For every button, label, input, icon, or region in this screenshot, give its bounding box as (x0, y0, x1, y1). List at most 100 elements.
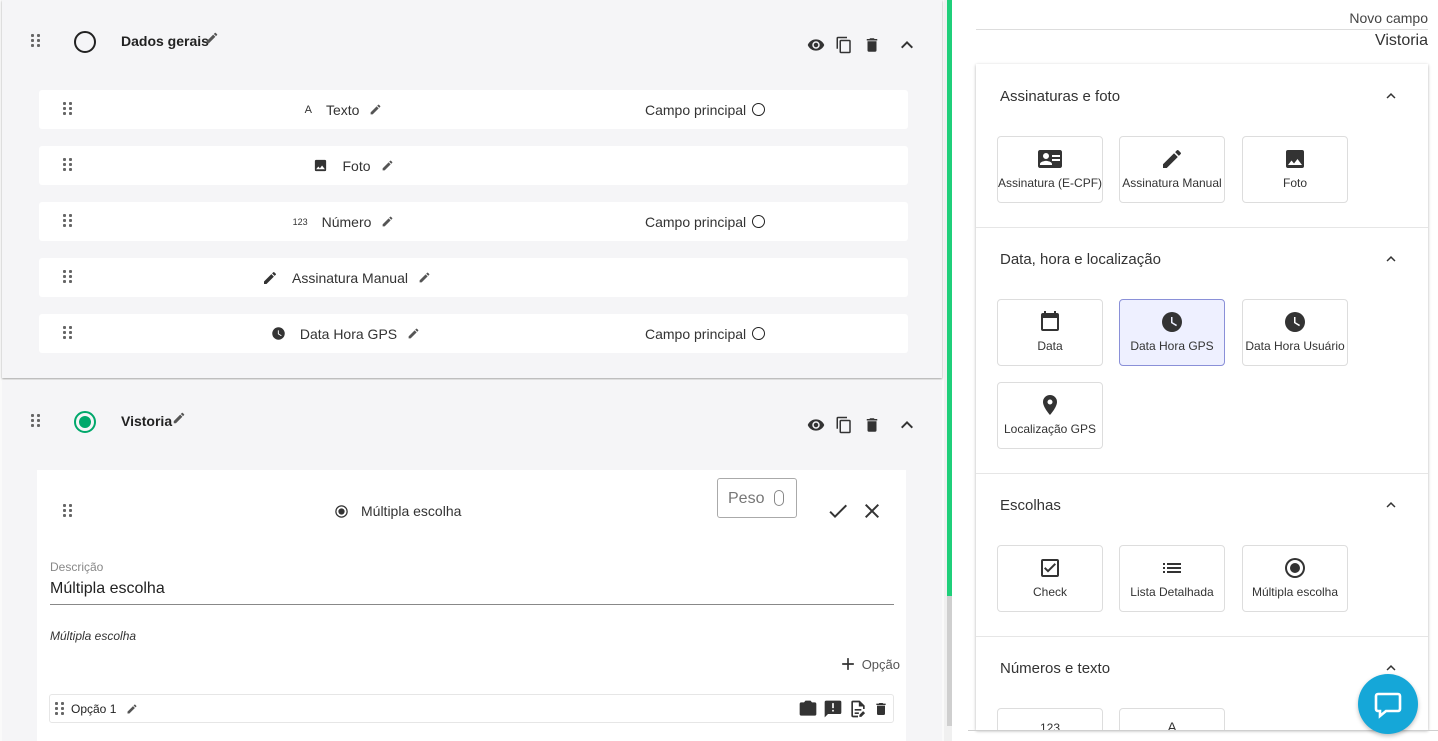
tile-data-hora-gps[interactable]: Data Hora GPS (1119, 299, 1225, 366)
tile-label: Foto (1282, 176, 1307, 190)
drag-handle-icon[interactable] (31, 414, 45, 430)
chevron-up-icon[interactable] (1382, 496, 1400, 514)
tile-data-hora-usuario[interactable]: Data Hora Usuário (1242, 299, 1348, 366)
edit-pencil-icon[interactable] (126, 703, 138, 715)
chevron-up-icon[interactable] (1382, 87, 1400, 105)
plus-icon (838, 654, 858, 674)
drag-handle-icon[interactable] (63, 504, 77, 520)
section-title: Dados gerais (121, 33, 209, 49)
group-header-escolhas[interactable]: Escolhas (976, 473, 1428, 537)
section-title-text: Dados gerais (121, 33, 209, 49)
group-header-assinaturas[interactable]: Assinaturas e foto (976, 64, 1428, 128)
tile-foto[interactable]: Foto (1242, 136, 1348, 203)
group-header-data-hora[interactable]: Data, hora e localização (976, 227, 1428, 291)
tile-label: Localização GPS (1003, 422, 1097, 436)
section-header: Dados gerais (2, 0, 942, 84)
peso-input[interactable]: Peso (717, 478, 797, 518)
main-field-radio[interactable] (752, 327, 766, 340)
section-actions (807, 413, 919, 437)
divider (968, 730, 1438, 731)
tile-numero[interactable]: 123 (997, 708, 1103, 730)
chevron-up-icon[interactable] (895, 33, 919, 57)
field-label: Número (321, 213, 372, 230)
group-title: Escolhas (1000, 497, 1061, 514)
tile-check[interactable]: Check (997, 545, 1103, 612)
main-field-toggle[interactable]: Campo principal (645, 314, 766, 353)
chat-bubble-icon (1374, 692, 1402, 719)
tile-data[interactable]: Data (997, 299, 1103, 366)
field-row-foto[interactable]: Foto (39, 146, 908, 185)
edit-pencil-icon[interactable] (407, 327, 420, 340)
section-dados-gerais: Dados gerais A Texto Campo principal Fot… (2, 0, 942, 378)
field-editor-header: Múltipla escolha Peso (37, 470, 906, 552)
tile-assinatura-ecpf[interactable]: Assinatura (E-CPF) (997, 136, 1103, 203)
peso-placeholder: Peso (728, 490, 765, 507)
chevron-up-icon[interactable] (1382, 250, 1400, 268)
main-field-radio[interactable] (752, 215, 766, 228)
edit-title-pencil-icon[interactable] (205, 31, 219, 45)
divider (976, 29, 1428, 30)
copy-icon[interactable] (835, 416, 853, 434)
edit-pencil-icon[interactable] (381, 159, 394, 172)
tile-label: Data (1037, 339, 1063, 353)
scroll-progress-green (947, 0, 952, 596)
chevron-up-icon[interactable] (895, 413, 919, 437)
field-palette: Assinaturas e foto Assinatura (E-CPF) As… (976, 64, 1428, 730)
alert-comment-icon[interactable] (823, 699, 843, 719)
edit-pencil-icon[interactable] (369, 103, 382, 116)
tile-label: Múltipla escolha (1251, 585, 1339, 599)
tile-multipla-escolha[interactable]: Múltipla escolha (1242, 545, 1348, 612)
checkbox-icon (1038, 556, 1062, 580)
camera-icon[interactable] (798, 699, 818, 719)
section-header: Vistoria (2, 380, 942, 464)
radio-icon (334, 504, 349, 519)
tile-label: Assinatura Manual (1122, 176, 1222, 190)
edit-pencil-icon[interactable] (418, 271, 431, 284)
trash-icon[interactable] (863, 36, 881, 54)
chat-support-button[interactable] (1358, 674, 1418, 734)
field-label: Data Hora GPS (299, 325, 398, 342)
tile-texto[interactable]: A (1119, 708, 1225, 730)
scroll-thumb[interactable] (947, 596, 952, 726)
drag-handle-icon[interactable] (55, 702, 69, 718)
field-type-label: Múltipla escolha (334, 503, 461, 519)
eye-icon[interactable] (807, 36, 825, 54)
field-palette-pane: Novo campo Vistoria Assinaturas e foto A… (968, 0, 1438, 741)
field-row-texto[interactable]: A Texto Campo principal (39, 90, 908, 129)
text-icon: A (1167, 719, 1177, 730)
note-edit-icon[interactable] (848, 699, 868, 719)
scrollbar[interactable] (944, 0, 952, 741)
edit-title-pencil-icon[interactable] (172, 411, 186, 425)
copy-icon[interactable] (835, 36, 853, 54)
tile-localizacao-gps[interactable]: Localização GPS (997, 382, 1103, 449)
section-title-text: Vistoria (121, 413, 173, 429)
option-row[interactable]: Opção 1 (49, 694, 894, 723)
add-option-button[interactable]: Opção (838, 654, 900, 674)
trash-icon[interactable] (873, 701, 889, 717)
section-radio-button[interactable] (74, 31, 96, 53)
group-title: Data, hora e localização (1000, 251, 1161, 268)
field-row-assinatura-manual[interactable]: Assinatura Manual (39, 258, 908, 297)
main-field-toggle[interactable]: Campo principal (645, 90, 766, 129)
section-radio-button[interactable] (74, 411, 96, 433)
field-row-data-hora-gps[interactable]: Data Hora GPS Campo principal (39, 314, 908, 353)
image-icon (1283, 147, 1307, 171)
eye-icon[interactable] (807, 416, 825, 434)
confirm-check-icon[interactable] (826, 499, 850, 523)
section-title: Vistoria (121, 413, 172, 429)
trash-icon[interactable] (863, 416, 881, 434)
drag-handle-icon[interactable] (31, 34, 45, 50)
edit-pencil-icon[interactable] (381, 215, 394, 228)
choices-label: Múltipla escolha (50, 629, 137, 643)
form-builder-pane: Dados gerais A Texto Campo principal Fot… (0, 0, 944, 741)
close-icon[interactable] (860, 499, 884, 523)
number-spinner-icon[interactable] (774, 490, 784, 506)
main-field-radio[interactable] (752, 103, 766, 116)
tile-lista-detalhada[interactable]: Lista Detalhada (1119, 545, 1225, 612)
field-type-text: Múltipla escolha (361, 503, 462, 519)
field-row-numero[interactable]: 123 Número Campo principal (39, 202, 908, 241)
target-section-name: Vistoria (1374, 32, 1428, 49)
description-input[interactable]: Múltipla escolha (50, 580, 165, 598)
tile-assinatura-manual[interactable]: Assinatura Manual (1119, 136, 1225, 203)
main-field-toggle[interactable]: Campo principal (645, 202, 766, 241)
